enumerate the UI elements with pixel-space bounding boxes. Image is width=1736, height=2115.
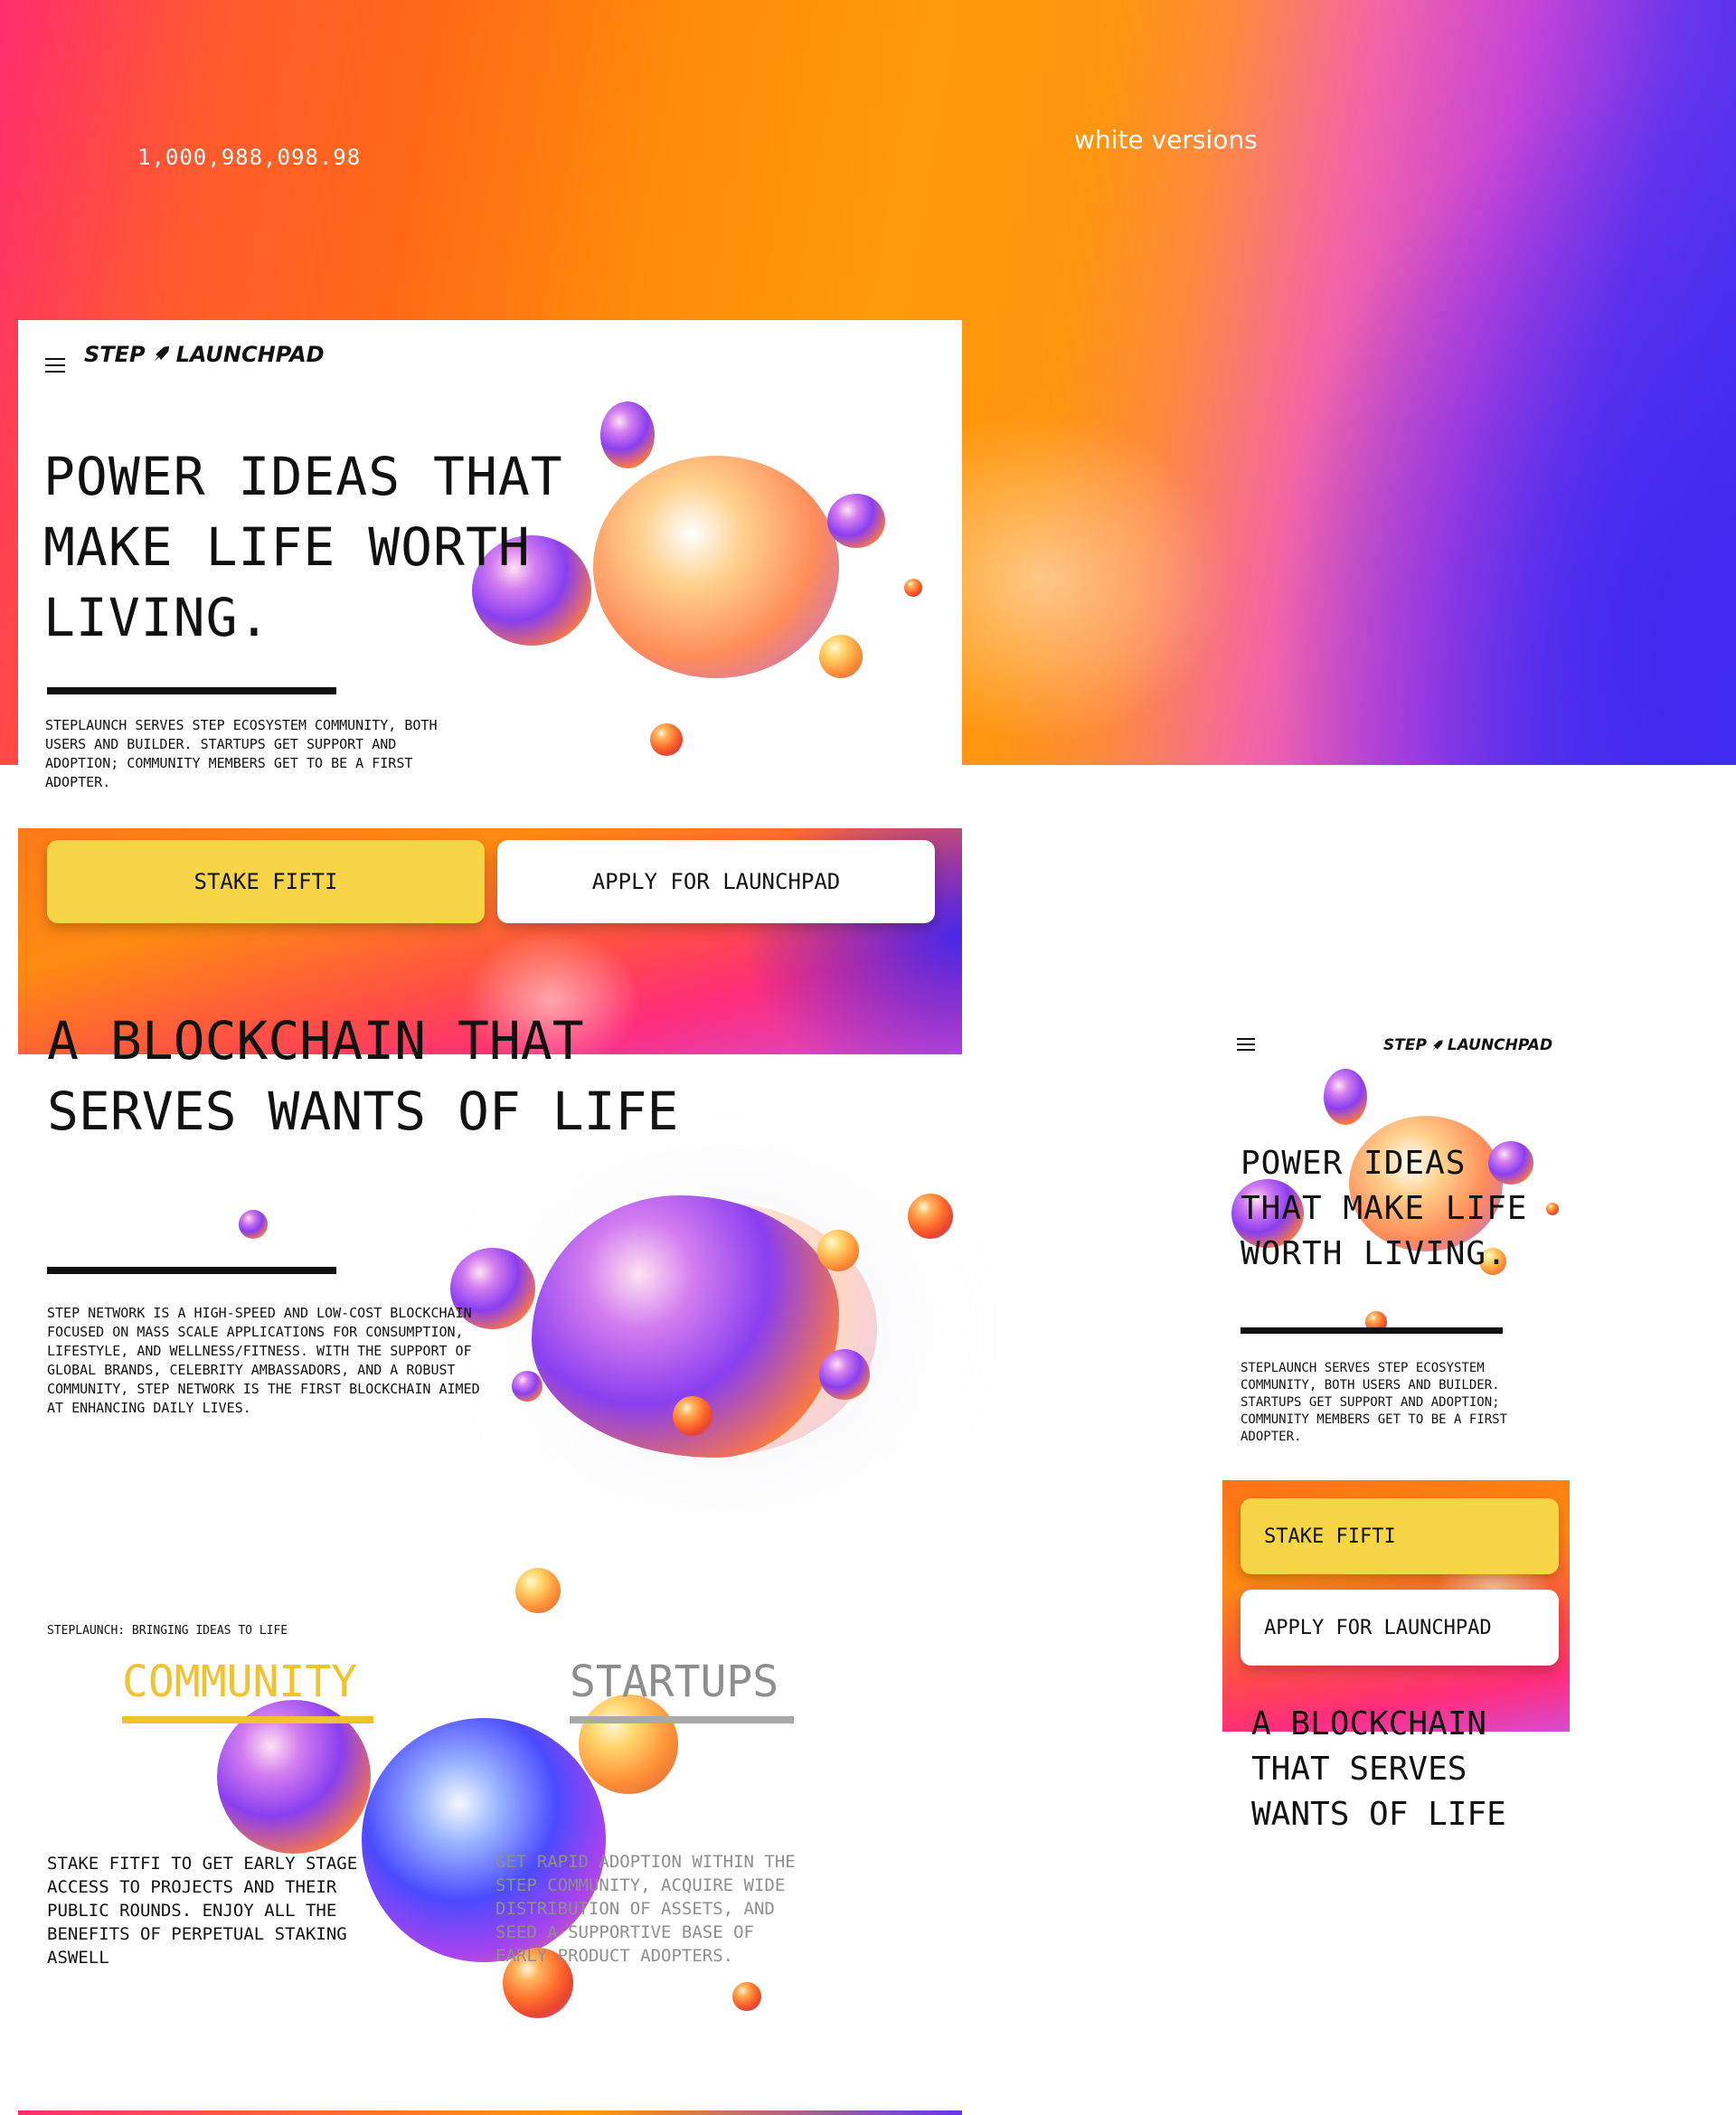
desktop-hero-title: POWER IDEAS THAT MAKE LIFE WORTH LIVING.: [43, 446, 563, 648]
tab-community[interactable]: COMMUNITY: [122, 1657, 373, 1723]
mobile-hero-title: POWER IDEAS THAT MAKE LIFE WORTH LIVING.: [1241, 1145, 1528, 1272]
step-launchpad-logo[interactable]: STEP LAUNCHPAD: [84, 342, 325, 367]
tab-startups[interactable]: STARTUPS: [570, 1657, 794, 1723]
mobile-logo-launchpad-text: LAUNCHPAD: [1447, 1036, 1553, 1054]
stake-fifti-button[interactable]: STAKE FIFTI: [47, 840, 485, 923]
hero-blob-dot: [904, 579, 922, 597]
hero-blob-bottom: [650, 723, 683, 756]
blockchain-divider: [47, 1267, 336, 1274]
mobile-hero-divider: [1241, 1327, 1503, 1334]
mobile-hamburger-menu-icon[interactable]: [1237, 1038, 1255, 1051]
balance-number: 1,000,988,098.98: [137, 145, 362, 170]
desktop-blockchain-copy: STEP NETWORK IS A HIGH-SPEED AND LOW-COS…: [47, 1305, 480, 1416]
desktop-hero-copy: STEPLAUNCH SERVES STEP ECOSYSTEM COMMUNI…: [45, 717, 438, 790]
mobile-blob-dot: [1546, 1203, 1559, 1215]
blockchain-blob-small: [239, 1210, 268, 1239]
blockchain-blob-bubble: [673, 1396, 712, 1436]
hero-blob-right: [827, 494, 885, 548]
white-versions-caption: white versions: [1074, 125, 1258, 155]
hero-divider: [47, 687, 336, 694]
rocket-icon: [153, 346, 169, 362]
blockchain-blob-right: [819, 1349, 870, 1400]
bringing-blob-dot: [732, 1982, 761, 2011]
bringing-blob-top: [515, 1568, 561, 1613]
blockchain-blob-gold-2: [908, 1194, 953, 1239]
mobile-hero-copy: STEPLAUNCH SERVES STEP ECOSYSTEM COMMUNI…: [1241, 1361, 1508, 1444]
desktop-blockchain-title: A BLOCKCHAIN THAT SERVES WANTS OF LIFE: [47, 1010, 679, 1142]
blockchain-blob-small-2: [512, 1371, 542, 1402]
blockchain-blob-gold-1: [817, 1230, 859, 1271]
mobile-logo-step-text: STEP: [1383, 1036, 1427, 1054]
mobile-apply-launchpad-button[interactable]: APPLY FOR LAUNCHPAD: [1241, 1590, 1559, 1666]
community-copy: STAKE FITFI TO GET EARLY STAGE ACCESS TO…: [47, 1854, 358, 1968]
logo-step-text: STEP: [84, 342, 146, 367]
mobile-step-launchpad-logo[interactable]: STEP LAUNCHPAD: [1383, 1036, 1552, 1054]
hamburger-menu-icon[interactable]: [45, 358, 65, 373]
apply-launchpad-button[interactable]: APPLY FOR LAUNCHPAD: [497, 840, 935, 923]
mobile-stake-fifti-button[interactable]: STAKE FIFTI: [1241, 1498, 1559, 1574]
mobile-rocket-icon: [1431, 1039, 1443, 1051]
bottom-gradient-edge: [18, 2110, 962, 2115]
mobile-blob-top: [1324, 1069, 1367, 1125]
startups-copy: GET RAPID ADOPTION WITHIN THE STEP COMMU…: [495, 1852, 796, 1966]
bringing-eyebrow: STEPLAUNCH: BRINGING IDEAS TO LIFE: [47, 1624, 288, 1638]
logo-launchpad-text: LAUNCHPAD: [175, 342, 325, 367]
mobile-blockchain-title: A BLOCKCHAIN THAT SERVES WANTS OF LIFE: [1251, 1705, 1506, 1833]
hero-blob-small-gold: [819, 635, 863, 678]
